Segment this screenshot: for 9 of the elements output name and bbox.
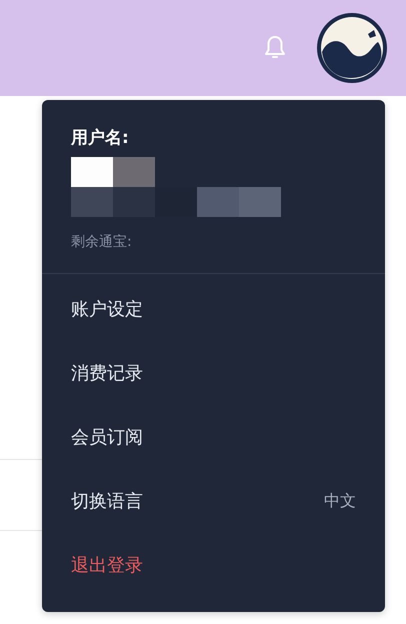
menu-item[interactable]: 会员订阅 <box>42 405 385 469</box>
menu-item[interactable]: 切换语言 中文 <box>42 469 385 533</box>
avatar-icon[interactable] <box>316 12 388 84</box>
menu-item[interactable]: 退出登录 <box>42 533 385 597</box>
username-label: 用户名: <box>71 127 130 149</box>
language-value: 中文 <box>324 490 356 512</box>
menu-item[interactable]: 消费记录 <box>42 341 385 405</box>
balance-label: 剩余通宝: <box>71 233 133 251</box>
menu-item[interactable]: 账户设定 <box>42 277 385 341</box>
